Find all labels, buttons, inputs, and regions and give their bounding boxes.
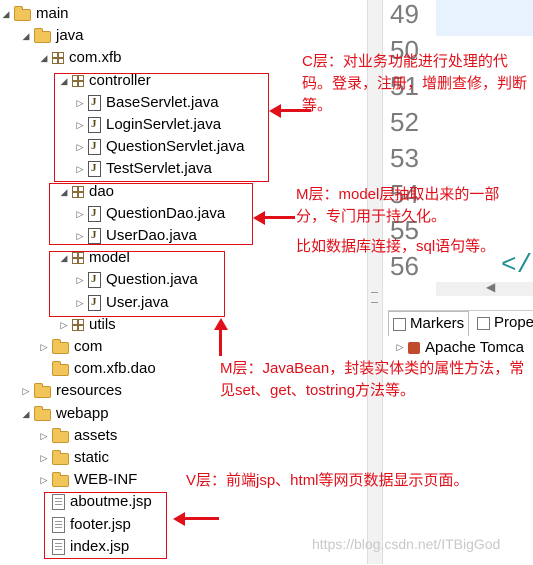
folder-icon (52, 361, 69, 377)
tree-item[interactable]: ▷ utils (58, 314, 116, 336)
editor-horizontal-scrollbar[interactable]: ◀ (436, 280, 533, 296)
c-layer-annotation: C层：对业务功能进行处理的代码。登录，注册，增删查修，判断等。 (302, 53, 528, 114)
package-icon (52, 52, 64, 65)
expanded-twisty-icon[interactable]: ◢ (0, 3, 12, 25)
tree-item-label: static (74, 449, 110, 466)
chevron-right-icon[interactable]: ▷ (38, 425, 50, 447)
line-number: 49 (390, 0, 419, 29)
tree-item[interactable]: ◢ webapp (20, 403, 109, 425)
tree-item-label: java (56, 27, 84, 45)
arrow-to-jsp (173, 512, 219, 526)
folder-icon (34, 405, 51, 421)
tree-item[interactable]: ◢ java (20, 25, 84, 47)
markers-icon (393, 317, 406, 331)
tree-item-label: WEB-INF (74, 471, 138, 489)
m-layer-dao-annotation-2: 比如数据库连接，sql语句等。 (296, 238, 496, 255)
properties-icon (477, 316, 490, 330)
server-item-label: Apache Tomca (425, 339, 524, 356)
folder-icon (34, 28, 51, 44)
tree-item[interactable]: ▷ resources (20, 380, 122, 402)
tree-item[interactable]: ▷ static (38, 447, 109, 469)
bottom-views-panel: Markers Prope ▷ Apache Tomca (388, 310, 533, 565)
expanded-twisty-icon[interactable]: ◢ (20, 25, 32, 47)
model-highlight-box (49, 251, 225, 317)
tree-item[interactable]: ◢ com.xfb (38, 47, 122, 69)
package-icon (72, 318, 84, 331)
server-item[interactable]: ▷ Apache Tomca (394, 339, 524, 356)
controller-highlight-box (54, 73, 269, 182)
current-line-highlight (436, 0, 533, 36)
v-layer-annotation: V层：前端jsp、html等网页数据显示页面。 (186, 472, 469, 489)
m-layer-model-annotation: M层：JavaBean，封装实体类的属性方法，常见set、get、tostrin… (220, 360, 525, 399)
tree-item-label: webapp (56, 404, 109, 422)
arrow-to-model (214, 318, 228, 356)
tree-item-label: com.xfb (69, 49, 122, 67)
chevron-right-icon[interactable]: ▷ (38, 469, 50, 491)
folder-icon (52, 339, 69, 354)
dao-highlight-box (49, 183, 253, 245)
folder-icon (34, 383, 51, 399)
tree-item-label: assets (74, 426, 118, 444)
server-icon (408, 341, 420, 354)
tab-properties[interactable]: Prope (477, 311, 533, 335)
expanded-twisty-icon[interactable]: ◢ (38, 47, 50, 69)
m-layer-dao-annotation: M层：model层抽取出来的一部分，专门用于持久化。 (296, 186, 500, 225)
folder-icon (52, 450, 69, 465)
tab-markers-label: Markers (410, 315, 465, 332)
tab-properties-label: Prope (494, 314, 533, 331)
arrow-to-dao (253, 211, 295, 225)
tree-item-label: utils (89, 315, 116, 333)
folder-icon (52, 472, 69, 488)
tree-item-label: com.xfb.dao (74, 360, 156, 378)
chevron-right-icon[interactable]: ▷ (58, 314, 70, 336)
chevron-right-icon[interactable]: ▷ (20, 380, 32, 402)
tree-item[interactable]: ◢ main (0, 3, 69, 25)
tree-item-label: com (74, 338, 103, 355)
line-number: 53 (390, 143, 419, 173)
scroll-thumb[interactable] (371, 292, 378, 303)
folder-icon (14, 6, 31, 21)
tree-item[interactable]: ▷ WEB-INF (38, 469, 138, 491)
chevron-right-icon[interactable]: ▷ (38, 336, 50, 358)
chevron-right-icon[interactable]: ▷ (394, 342, 406, 353)
tree-item[interactable]: ▷ assets (38, 425, 118, 447)
chevron-right-icon[interactable]: ▷ (38, 447, 50, 469)
tree-item[interactable]: ▷ com (38, 336, 103, 358)
scroll-left-icon[interactable]: ◀ (486, 280, 495, 294)
watermark: https://blog.csdn.net/ITBigGod (312, 536, 501, 552)
folder-icon (52, 427, 69, 443)
tree-item-label: main (36, 5, 69, 22)
expanded-twisty-icon[interactable]: ◢ (20, 403, 32, 425)
tree-item-label: resources (56, 382, 122, 400)
tab-markers[interactable]: Markers (388, 311, 470, 336)
jsp-highlight-box (44, 492, 167, 559)
tree-item[interactable]: com.xfb.dao (38, 358, 156, 380)
